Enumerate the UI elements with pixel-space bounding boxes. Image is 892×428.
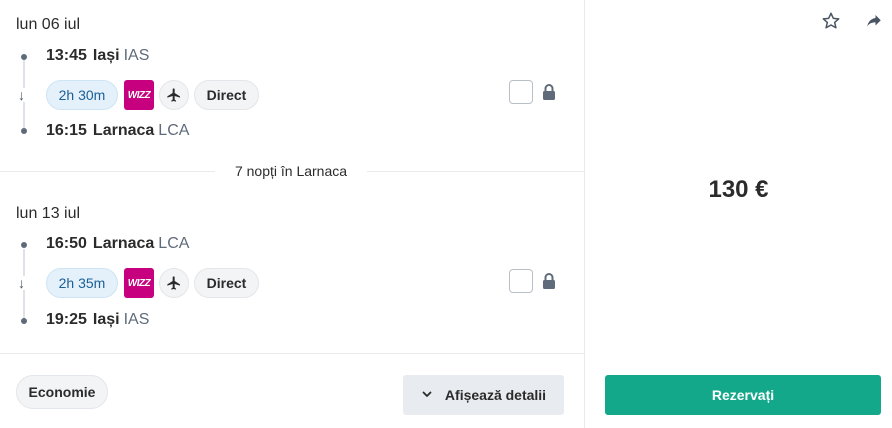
inbound-arrival-time: 19:25 xyxy=(46,311,87,328)
inbound-arrival-code: IAS xyxy=(123,311,150,328)
footer-divider xyxy=(0,353,584,354)
inbound-date: lun 13 iul xyxy=(16,205,81,222)
outbound-departure: 13:45 Iași IAS xyxy=(46,47,149,65)
inbound-select-checkbox[interactable] xyxy=(509,269,533,293)
price-amount: 130 € xyxy=(708,176,769,203)
outbound-arrival-city: Larnaca xyxy=(92,122,155,139)
cabin-class-badge: Economie xyxy=(16,375,108,409)
outbound-departure-code: IAS xyxy=(123,47,150,64)
plane-icon xyxy=(159,268,189,298)
inbound-departure: 16:50 Larnaca LCA xyxy=(46,235,189,253)
show-details-label: Afișează detalii xyxy=(444,387,547,403)
outbound-arrival-code: LCA xyxy=(158,122,190,139)
arrow-down-icon: ↓ xyxy=(18,87,25,103)
inbound-depart-dot xyxy=(21,242,27,248)
lock-icon xyxy=(541,83,557,101)
stay-nights-label: 7 nopți în Larnaca xyxy=(215,161,367,181)
inbound-departure-city: Larnaca xyxy=(92,235,155,252)
outbound-departure-time: 13:45 xyxy=(46,47,87,64)
booking-panel: 130 € Rezervați xyxy=(585,0,892,428)
outbound-stops-badge: Direct xyxy=(194,80,259,110)
outbound-arrival-time: 16:15 xyxy=(46,122,87,139)
inbound-arrival: 19:25 Iași IAS xyxy=(46,311,149,329)
lock-icon xyxy=(541,272,557,290)
outbound-date: lun 06 iul xyxy=(16,16,81,33)
book-button[interactable]: Rezervați xyxy=(605,375,881,415)
outbound-arrive-dot xyxy=(21,128,27,134)
inbound-arrive-dot xyxy=(21,318,27,324)
share-arrow-icon[interactable] xyxy=(863,10,885,32)
inbound-stops-badge: Direct xyxy=(194,268,259,298)
inbound-departure-code: LCA xyxy=(158,235,190,252)
plane-icon xyxy=(159,80,189,110)
chevron-down-icon xyxy=(421,387,433,403)
outbound-duration-badge: 2h 30m xyxy=(46,80,118,110)
outbound-depart-dot xyxy=(21,54,27,60)
wizz-air-logo: WIZZ xyxy=(124,268,154,298)
itinerary-panel: lun 06 iul ↓ 13:45 Iași IAS 2h 30m WIZZ Di… xyxy=(0,0,585,428)
arrow-down-icon: ↓ xyxy=(18,275,25,291)
star-outline-icon[interactable] xyxy=(820,10,842,32)
outbound-select-checkbox[interactable] xyxy=(509,80,533,104)
inbound-departure-time: 16:50 xyxy=(46,235,87,252)
wizz-air-logo: WIZZ xyxy=(124,80,154,110)
outbound-arrival: 16:15 Larnaca LCA xyxy=(46,122,189,140)
inbound-duration-badge: 2h 35m xyxy=(46,268,118,298)
show-details-button[interactable]: Afișează detalii xyxy=(403,375,564,415)
inbound-arrival-city: Iași xyxy=(92,311,120,328)
flight-result-card: lun 06 iul ↓ 13:45 Iași IAS 2h 30m WIZZ Di… xyxy=(0,0,892,428)
outbound-departure-city: Iași xyxy=(92,47,120,64)
